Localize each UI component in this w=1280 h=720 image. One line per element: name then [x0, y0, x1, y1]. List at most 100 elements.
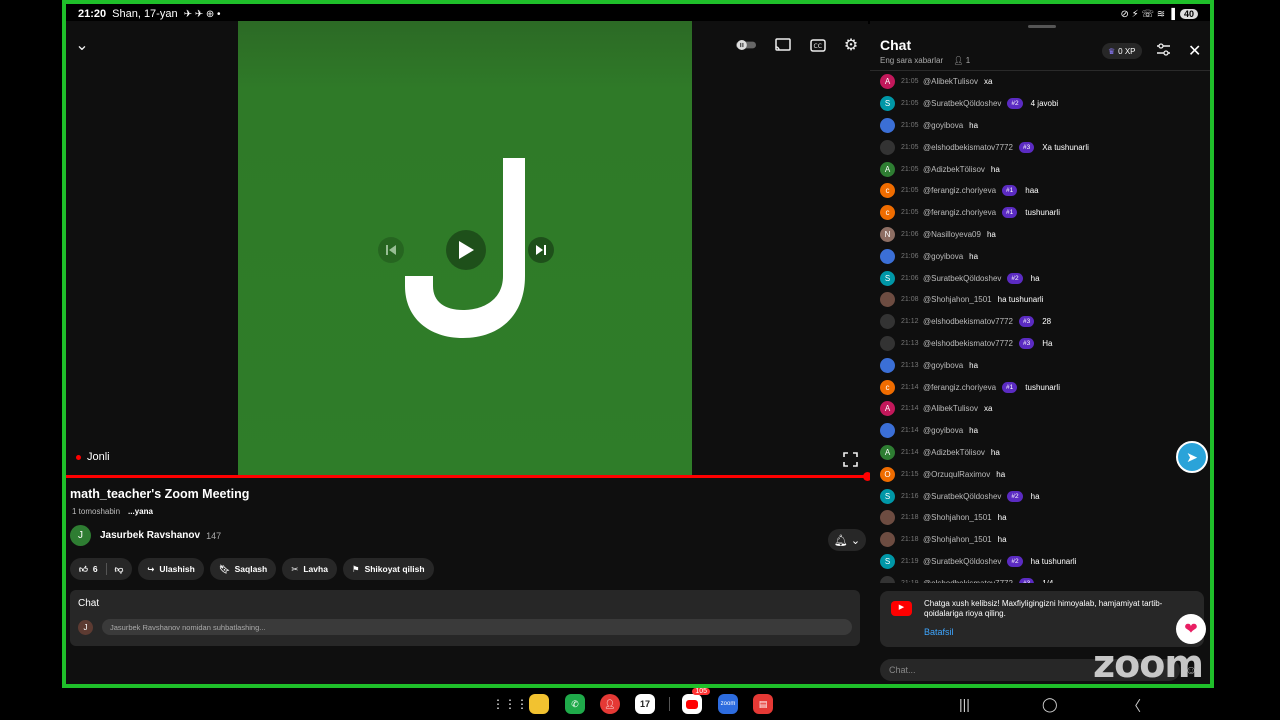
message-author[interactable]: @AlibekTulisov — [923, 404, 978, 413]
user-avatar[interactable]: c — [880, 379, 895, 395]
message-author[interactable]: @SuratbekQöldoshev — [923, 557, 1001, 566]
chat-message[interactable]: S 21:16 @SuratbekQöldoshev #2 ha — [870, 485, 1210, 507]
user-avatar[interactable] — [880, 139, 895, 155]
message-author[interactable]: @elshodbekismatov7772 — [923, 579, 1013, 583]
fullscreen-icon[interactable] — [840, 449, 860, 469]
user-avatar[interactable]: S — [880, 96, 895, 112]
video-meta[interactable]: 1 tomoshabin ...yana — [70, 507, 870, 516]
next-button[interactable] — [528, 237, 554, 263]
message-author[interactable]: @SuratbekQöldoshev — [923, 274, 1001, 283]
home-nav-icon[interactable]: ◯ — [1042, 696, 1058, 713]
chat-mode[interactable]: Eng sara xabarlar — [880, 56, 943, 65]
notification-bell-button[interactable]: 🔔︎ ⌄ — [828, 529, 866, 551]
chat-message[interactable]: 21:18 @Shohjahon_1501 ha — [870, 507, 1210, 529]
chat-message[interactable]: c 21:14 @ferangiz.choriyeva #1 tushunarli — [870, 376, 1210, 398]
chat-message[interactable]: S 21:05 @SuratbekQöldoshev #2 4 javobi — [870, 93, 1210, 115]
chat-message[interactable]: S 21:19 @SuratbekQöldoshev #2 ha tushunarli — [870, 551, 1210, 573]
chat-message[interactable]: 21:08 @Shohjahon_1501 ha tushunarli — [870, 289, 1210, 311]
back-nav-icon[interactable]: 〈 — [1127, 696, 1141, 716]
message-author[interactable]: @SuratbekQöldoshev — [923, 99, 1001, 108]
user-avatar[interactable] — [880, 423, 895, 439]
chat-message[interactable]: 21:12 @elshodbekismatov7772 #3 28 — [870, 311, 1210, 333]
user-avatar[interactable] — [880, 532, 895, 548]
chat-message[interactable]: 21:05 @elshodbekismatov7772 #3 Xa tushunarl… — [870, 136, 1210, 158]
chat-message[interactable]: O 21:15 @OrzuqulRaximov ha — [870, 463, 1210, 485]
channel-row[interactable]: J Jasurbek Ravshanov 147 — [70, 525, 870, 546]
user-avatar[interactable] — [880, 510, 895, 526]
report-button[interactable]: ⚑ Shikoyat qilish — [342, 558, 434, 580]
learn-more-link[interactable]: Batafsil — [924, 627, 1194, 638]
minimize-chevron-icon[interactable]: ⌄ — [72, 35, 92, 55]
message-author[interactable]: @ferangiz.choriyeva — [923, 186, 996, 195]
message-author[interactable]: @SuratbekQöldoshev — [923, 492, 1001, 501]
message-author[interactable]: @ferangiz.choriyeva — [923, 383, 996, 392]
close-icon[interactable]: ✕ — [1188, 41, 1201, 61]
chat-message[interactable]: S 21:06 @SuratbekQöldoshev #2 ha — [870, 267, 1210, 289]
xp-badge[interactable]: ♛ 0 XP — [1102, 43, 1142, 59]
message-author[interactable]: @goyibova — [923, 121, 963, 130]
recents-nav-icon[interactable]: ||| — [959, 696, 970, 712]
channel-name[interactable]: Jasurbek Ravshanov — [100, 530, 200, 541]
chat-message[interactable]: A 21:05 @AlibekTulisov xa — [870, 71, 1210, 93]
message-author[interactable]: @AdizbekTölisov — [923, 448, 985, 457]
chat-message[interactable]: 21:18 @Shohjahon_1501 ha — [870, 529, 1210, 551]
calendar-app-icon[interactable]: 17 — [635, 694, 655, 714]
chat-message[interactable]: 21:05 @goyibova ha — [870, 115, 1210, 137]
reaction-heart-button[interactable]: ❤ — [1176, 614, 1206, 644]
chat-message[interactable]: 21:06 @goyibova ha — [870, 245, 1210, 267]
user-avatar[interactable]: S — [880, 270, 895, 286]
like-dislike-button[interactable]: 👍︎ 6 👎︎ — [70, 558, 133, 580]
captions-icon[interactable]: CC — [808, 35, 828, 55]
phone-app-icon[interactable]: ✆ — [565, 694, 585, 714]
message-author[interactable]: @elshodbekismatov7772 — [923, 317, 1013, 326]
user-avatar[interactable]: A — [880, 74, 895, 90]
message-author[interactable]: @ferangiz.choriyeva — [923, 208, 996, 217]
cast-icon[interactable] — [773, 35, 793, 55]
recent-app-icon[interactable]: ▤ — [753, 694, 773, 714]
telegram-floating-icon[interactable]: ➤ — [1176, 441, 1208, 473]
chat-message[interactable]: 21:13 @elshodbekismatov7772 #3 Ha — [870, 333, 1210, 355]
user-avatar[interactable] — [880, 292, 895, 308]
progress-bar[interactable] — [66, 472, 872, 481]
message-author[interactable]: @Shohjahon_1501 — [923, 513, 992, 522]
chat-preview[interactable]: Chat J Jasurbek Ravshanov nomidan suhbat… — [70, 590, 860, 646]
notes-app-icon[interactable] — [529, 694, 549, 714]
user-avatar[interactable] — [880, 314, 895, 330]
settings-gear-icon[interactable]: ⚙ — [841, 35, 861, 55]
user-avatar[interactable] — [880, 117, 895, 133]
share-button[interactable]: ↪ Ulashish — [138, 558, 204, 580]
user-avatar[interactable] — [880, 357, 895, 373]
autoplay-toggle[interactable] — [736, 35, 756, 55]
contacts-app-icon[interactable]: 👤︎ — [600, 694, 620, 714]
drag-handle[interactable] — [1028, 25, 1056, 28]
user-avatar[interactable]: O — [880, 466, 895, 482]
zoom-app-icon[interactable]: zoom — [718, 694, 738, 714]
youtube-app-icon[interactable]: 105 — [682, 688, 710, 714]
message-author[interactable]: @AdizbekTölisov — [923, 165, 985, 174]
chat-message[interactable]: A 21:14 @AdizbekTölisov ha — [870, 442, 1210, 464]
message-author[interactable]: @elshodbekismatov7772 — [923, 143, 1013, 152]
user-avatar[interactable]: S — [880, 553, 895, 569]
user-avatar[interactable]: c — [880, 183, 895, 199]
message-author[interactable]: @goyibova — [923, 252, 963, 261]
chat-preview-input[interactable]: Jasurbek Ravshanov nomidan suhbatlashing… — [102, 619, 852, 635]
clip-button[interactable]: ✂ Lavha — [282, 558, 337, 580]
user-avatar[interactable]: A — [880, 401, 895, 417]
message-author[interactable]: @goyibova — [923, 361, 963, 370]
user-avatar[interactable] — [880, 575, 895, 583]
message-author[interactable]: @goyibova — [923, 426, 963, 435]
channel-avatar[interactable]: J — [70, 525, 91, 546]
message-author[interactable]: @Shohjahon_1501 — [923, 535, 992, 544]
chat-message[interactable]: c 21:05 @ferangiz.choriyeva #1 haa — [870, 180, 1210, 202]
save-button[interactable]: 🔖︎ Saqlash — [209, 558, 277, 580]
user-avatar[interactable]: N — [880, 226, 895, 242]
chat-message[interactable]: A 21:14 @AlibekTulisov xa — [870, 398, 1210, 420]
chat-message[interactable]: 21:13 @goyibova ha — [870, 354, 1210, 376]
message-author[interactable]: @AlibekTulisov — [923, 77, 978, 86]
play-button[interactable] — [446, 230, 486, 270]
thumbs-up-icon[interactable]: 👍︎ — [79, 564, 88, 575]
user-avatar[interactable]: A — [880, 161, 895, 177]
chat-message[interactable]: N 21:06 @Nasilloyeva09 ha — [870, 224, 1210, 246]
app-drawer-icon[interactable]: ⋮⋮⋮ — [492, 694, 528, 714]
filter-sliders-icon[interactable] — [1156, 43, 1171, 59]
